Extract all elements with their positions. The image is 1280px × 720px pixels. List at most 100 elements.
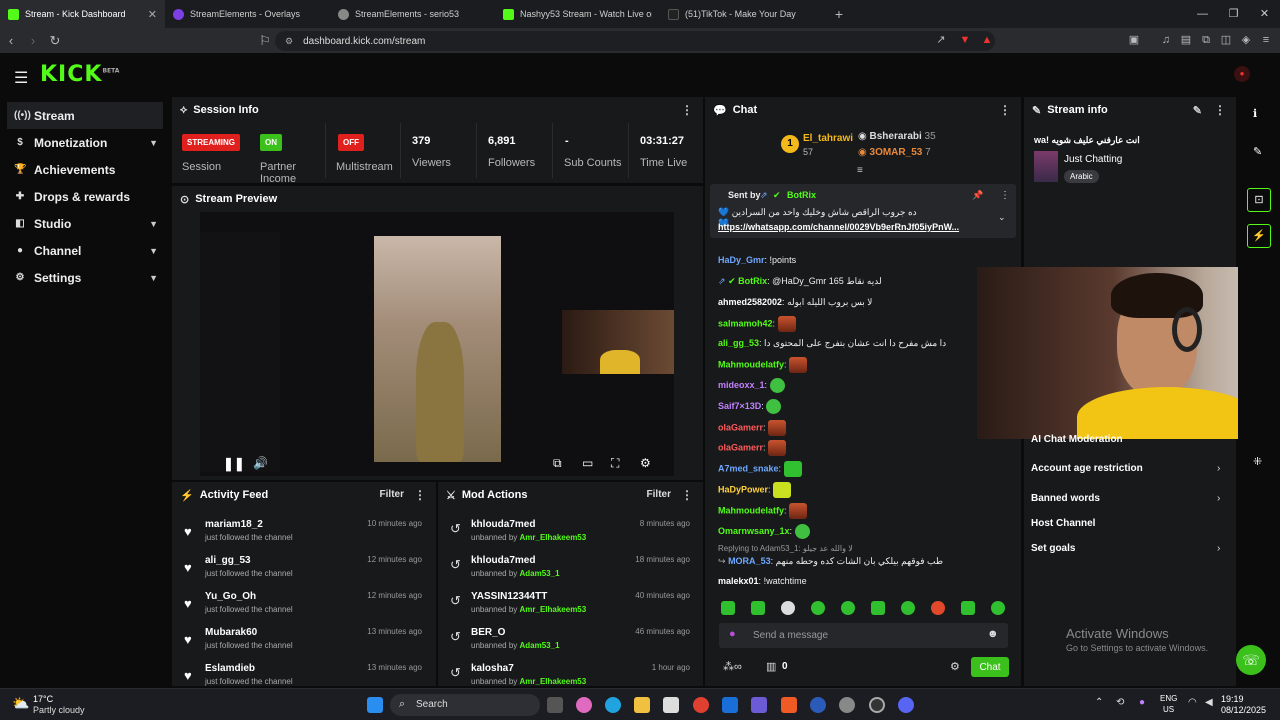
screenshot-icon[interactable]: ▣ — [1127, 33, 1141, 47]
forward-icon[interactable]: › — [22, 33, 44, 48]
partner-toggle[interactable]: ON — [260, 134, 282, 151]
chat-username[interactable]: MORA_53 — [728, 556, 771, 566]
pinned-link[interactable]: https://whatsapp.com/channel/0029Vb9erRn… — [718, 222, 959, 232]
follower-name[interactable]: Mubarak60 — [205, 627, 257, 638]
banned-words-item[interactable]: Banned words — [1031, 493, 1100, 504]
chat-username[interactable]: BotRix — [738, 276, 767, 286]
file-explorer-icon[interactable] — [634, 697, 650, 713]
site-info-icon[interactable]: ⚙ — [285, 36, 293, 47]
maximize-icon[interactable]: ❐ — [1218, 0, 1249, 28]
weather-icon[interactable]: ⛅ — [12, 695, 29, 712]
wifi-icon[interactable]: ◠ — [1188, 697, 1197, 708]
more-options-icon[interactable]: ⋮ — [681, 103, 693, 117]
layout-icon[interactable]: ⁜ — [1253, 455, 1262, 468]
sidebar-item-monetization[interactable]: $ Monetization ▼ — [0, 129, 170, 156]
account-age-restriction-item[interactable]: Account age restriction — [1031, 463, 1143, 474]
moderated-user[interactable]: khlouda7med — [471, 555, 535, 566]
more-options-icon[interactable]: ⋮ — [999, 103, 1011, 117]
chevron-down-icon[interactable]: ⌄ — [998, 212, 1006, 223]
extensions-icon[interactable]: ⧉ — [1199, 33, 1213, 47]
more-options-icon[interactable]: ⋮ — [1000, 190, 1010, 201]
emoji-icon[interactable]: ☻ — [987, 628, 999, 640]
pip-icon[interactable]: ⧉ — [553, 456, 562, 471]
chat-username[interactable]: mideoxx_1 — [718, 380, 765, 390]
gift-icon[interactable]: ▥ — [766, 660, 776, 673]
brave-shield-icon[interactable]: ▼ — [958, 33, 972, 47]
network-tray-icon[interactable]: ⟲ — [1116, 697, 1124, 708]
chat-username[interactable]: Mahmoudelatfy — [718, 505, 784, 515]
chat-username[interactable]: olaGamerr — [718, 442, 763, 452]
tab-kick-dashboard[interactable]: Stream - Kick Dashboard ✕ — [0, 0, 165, 28]
settings-icon[interactable]: ⚙ — [640, 456, 651, 470]
multistream-toggle[interactable]: OFF — [338, 134, 364, 151]
sidebar-item-studio[interactable]: ◧ Studio ▼ — [0, 210, 170, 237]
emote-icon[interactable] — [871, 601, 885, 615]
chat-username[interactable]: A7med_snake — [718, 463, 779, 473]
emote-icon[interactable] — [781, 601, 795, 615]
emote-icon[interactable] — [961, 601, 975, 615]
stream-preview-video[interactable]: ❚❚ 🔊 ⧉ ▭ ⛶ ⚙ — [200, 212, 674, 476]
chat-username[interactable]: salmamoh42 — [718, 318, 773, 328]
collapse-icon[interactable]: ≡ — [857, 165, 863, 176]
bookmark-icon[interactable]: ⚐ — [254, 33, 276, 49]
lang-2[interactable]: US — [1163, 705, 1174, 714]
chat-username[interactable]: HaDy_Gmr — [718, 255, 765, 265]
clock-time[interactable]: 19:19 — [1221, 694, 1244, 704]
minimize-icon[interactable]: — — [1187, 0, 1218, 28]
edge-icon[interactable] — [605, 697, 621, 713]
rewards-icon[interactable]: ▲ — [980, 33, 994, 47]
send-chat-button[interactable]: Chat — [971, 657, 1009, 677]
store-icon[interactable] — [663, 697, 679, 713]
tab-tiktok[interactable]: (51)TikTok - Make Your Day — [660, 0, 825, 28]
moderated-user[interactable]: khlouda7med — [471, 519, 535, 530]
sidebar-toggle-icon[interactable]: ▤ — [1179, 33, 1193, 47]
moderated-user[interactable]: kalosha7 — [471, 663, 514, 674]
filter-button[interactable]: Filter — [380, 489, 404, 500]
category-name[interactable]: Just Chatting — [1064, 154, 1122, 165]
reload-icon[interactable]: ↻ — [44, 33, 66, 49]
ai-chat-moderation-item[interactable]: AI Chat Moderation — [1031, 434, 1123, 445]
brave-icon[interactable] — [781, 697, 797, 713]
support-chat-icon[interactable]: ☏ — [1236, 645, 1266, 675]
host-channel-item[interactable]: Host Channel — [1031, 518, 1095, 529]
vpn-icon[interactable]: ◈ — [1239, 33, 1253, 47]
moderator-name[interactable]: Amr_Elhakeem53 — [520, 605, 587, 614]
microphone-icon[interactable]: ● — [729, 628, 736, 640]
follower-name[interactable]: mariam18_2 — [205, 519, 263, 530]
emote-icon[interactable] — [721, 601, 735, 615]
language-tag[interactable]: Arabic — [1064, 170, 1099, 183]
close-window-icon[interactable]: ✕ — [1249, 0, 1280, 28]
tray-chevron-icon[interactable]: ⌃ — [1095, 697, 1103, 708]
pencil-icon[interactable]: ✎ — [1193, 104, 1202, 117]
media-icon[interactable]: ♫ — [1159, 33, 1173, 47]
chat-username[interactable]: ali_gg_53 — [718, 338, 759, 348]
emote-icon[interactable] — [811, 601, 825, 615]
fullscreen-icon[interactable]: ⛶ — [611, 456, 619, 471]
emote-icon[interactable] — [901, 601, 915, 615]
tab-nashyy-stream[interactable]: Nashyy53 Stream - Watch Live on Kick — [495, 0, 660, 28]
outlook-icon[interactable] — [722, 697, 738, 713]
taskbar-search[interactable]: ⌕ Search — [390, 694, 540, 716]
hamburger-menu-icon[interactable]: ☰ — [14, 68, 28, 88]
lightning-icon[interactable]: ⚡ — [1247, 224, 1271, 248]
more-options-icon[interactable]: ⋮ — [414, 488, 426, 502]
capture-icon[interactable]: ⊡ — [1247, 188, 1271, 212]
set-goals-item[interactable]: Set goals — [1031, 543, 1075, 554]
sidebar-item-settings[interactable]: ⚙ Settings ▼ — [0, 264, 170, 291]
chat-settings-icon[interactable]: ⚙ — [950, 660, 960, 673]
sidebar-item-stream[interactable]: ((•)) Stream — [7, 102, 163, 129]
more-options-icon[interactable]: ⋮ — [1214, 103, 1226, 117]
people-icon[interactable]: ⁂∞ — [723, 660, 742, 673]
word-icon[interactable] — [810, 697, 826, 713]
chat-username[interactable]: ahmed2582002 — [718, 297, 782, 307]
top-gifter-3[interactable]: ◉ 3OMAR_53 7 — [858, 147, 953, 161]
moderated-user[interactable]: YASSIN12344TT — [471, 591, 547, 602]
discord-icon[interactable] — [898, 697, 914, 713]
pinned-sender[interactable]: BotRix — [787, 190, 816, 200]
top-gifter-2[interactable]: ◉ Bsherarabi 35 — [858, 131, 953, 145]
chat-username[interactable]: olaGamerr — [718, 422, 763, 432]
more-options-icon[interactable]: ⋮ — [681, 488, 693, 502]
sidebar-item-drops[interactable]: ✚ Drops & rewards — [0, 183, 170, 210]
info-icon[interactable]: ℹ — [1253, 107, 1257, 120]
chat-username[interactable]: Saif7×13D — [718, 401, 761, 411]
